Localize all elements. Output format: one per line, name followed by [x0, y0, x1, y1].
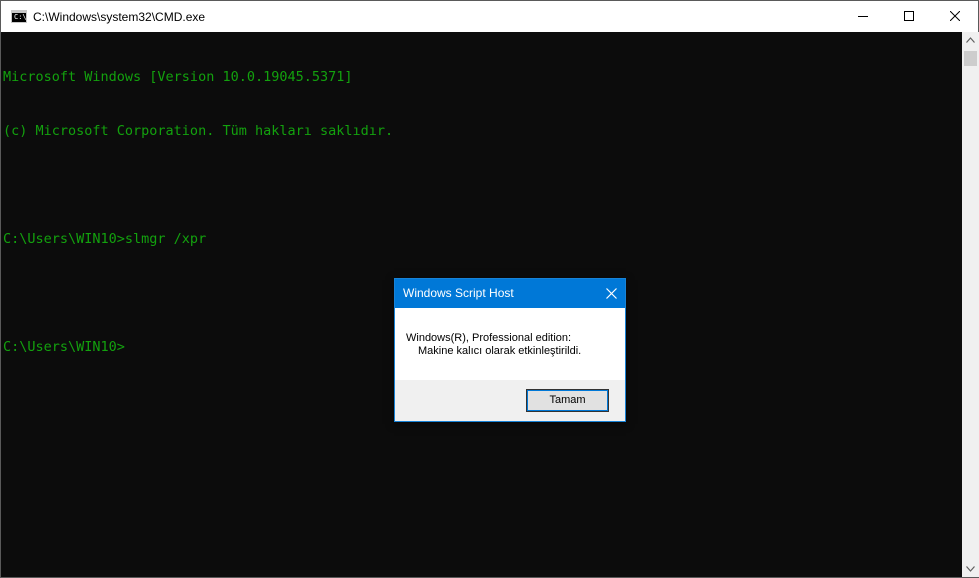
console-line: C:\Users\WIN10>slmgr /xpr: [3, 231, 207, 247]
vertical-scrollbar[interactable]: [962, 32, 979, 577]
dialog-message-line2: Makine kalıcı olarak etkinleştirildi.: [418, 345, 582, 357]
dialog-message-line1: Windows(R), Professional edition:: [406, 332, 572, 344]
maximize-button[interactable]: [886, 1, 932, 32]
console-line: Microsoft Windows [Version 10.0.19045.53…: [3, 69, 353, 85]
dialog-title: Windows Script Host: [403, 286, 514, 300]
dialog-message-area: Windows(R), Professional edition: Makine…: [395, 308, 625, 380]
cmd-icon[interactable]: C:\_: [11, 10, 31, 23]
cmd-window: C:\_ C:\Windows\system32\CMD.exe Microso…: [0, 0, 979, 578]
close-button[interactable]: [932, 1, 978, 32]
close-icon: [606, 288, 617, 299]
maximize-icon: [904, 11, 914, 21]
chevron-down-icon: [966, 566, 975, 572]
close-icon: [950, 11, 960, 21]
minimize-button[interactable]: [840, 1, 886, 32]
scroll-down-button[interactable]: [962, 560, 979, 577]
window-title: C:\Windows\system32\CMD.exe: [33, 10, 206, 24]
script-host-dialog: Windows Script Host Windows(R), Professi…: [394, 278, 626, 422]
scroll-thumb[interactable]: [964, 51, 977, 66]
ok-button[interactable]: Tamam: [526, 389, 609, 412]
title-bar[interactable]: C:\_ C:\Windows\system32\CMD.exe: [1, 1, 978, 32]
scroll-up-button[interactable]: [962, 32, 979, 49]
dialog-close-button[interactable]: [597, 279, 625, 308]
dialog-title-bar[interactable]: Windows Script Host: [395, 279, 625, 308]
dialog-footer: Tamam: [395, 380, 625, 421]
console-line: (c) Microsoft Corporation. Tüm hakları s…: [3, 123, 394, 139]
minimize-icon: [858, 16, 868, 17]
chevron-up-icon: [966, 37, 975, 43]
cmd-icon-label: C:\_: [14, 13, 31, 21]
